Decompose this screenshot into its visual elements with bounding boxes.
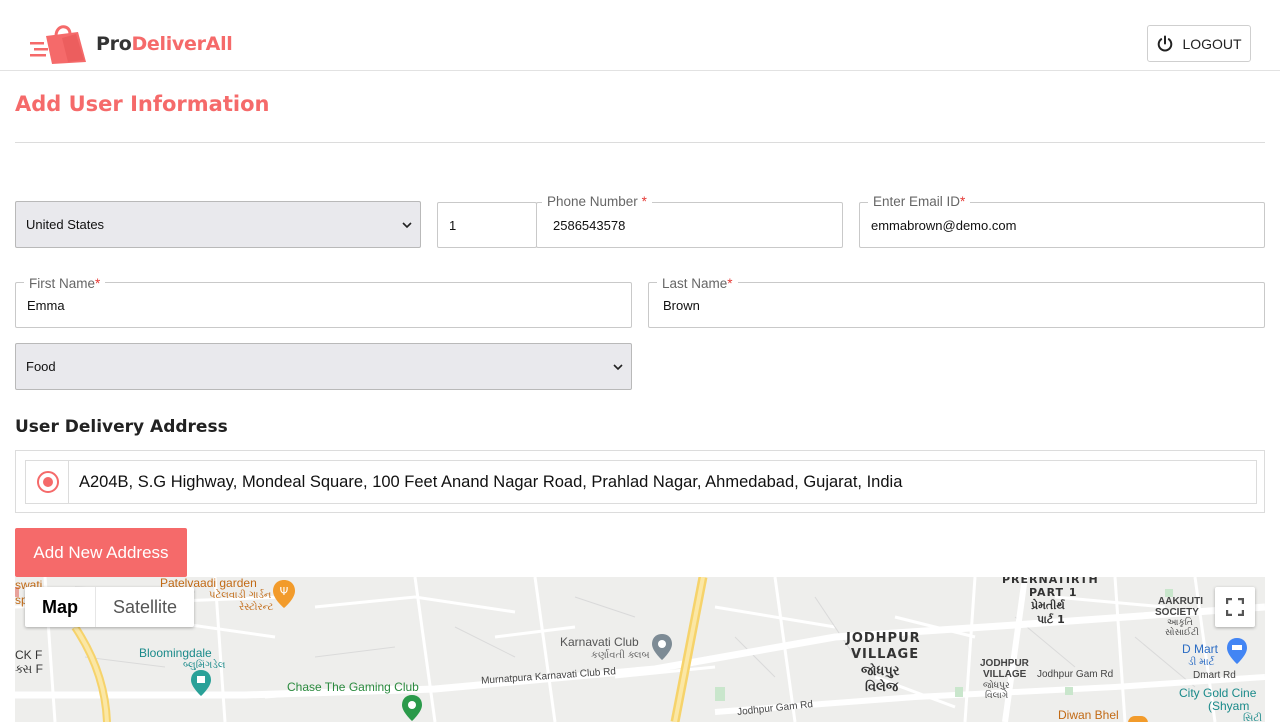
country-select[interactable]: United States: [15, 201, 421, 248]
map-label-jodhpur-village-gu: જોધપુર: [861, 664, 900, 679]
place-pin-icon: [402, 695, 422, 721]
radio-dot: [42, 477, 53, 487]
map-label-patelvaadi-gu2: રેસ્ટોરન્ટ: [239, 602, 274, 613]
page-title: Add User Information: [15, 92, 270, 116]
map-label-ck-gu: ક્સ F: [15, 662, 43, 676]
map-label-dmart-rd: Dmart Rd: [1193, 670, 1236, 681]
first-name-input[interactable]: Emma: [15, 282, 632, 328]
shopping-bag-logo-icon: [30, 25, 86, 64]
map-label-aakruti-gu2: સોસાઈટી: [1165, 627, 1199, 637]
address-map[interactable]: swati sp CK F ક્સ F Patelvaadi garden પટ…: [15, 577, 1265, 722]
last-name-input[interactable]: Brown: [648, 282, 1265, 328]
fullscreen-icon: [1226, 598, 1244, 616]
shopping-cart-pin-icon: [1227, 638, 1247, 664]
email-label-text: Enter Email ID: [873, 194, 961, 209]
map-type-control: Map Satellite: [25, 587, 195, 627]
map-label-shyam-gu: સિટી: [1243, 713, 1263, 722]
service-category-value: Food: [26, 359, 56, 374]
required-marker: *: [95, 276, 101, 291]
map-label-dmart-gu: ડી માર્ટ: [1188, 657, 1215, 668]
map-label-ck: CK F: [15, 648, 43, 662]
email-label: Enter Email ID*: [868, 194, 971, 210]
brand-logo[interactable]: ProDeliverAll: [28, 22, 233, 66]
map-label-prernatirth-gu2: પાર્ટ 1: [1037, 613, 1065, 626]
logout-button[interactable]: LOGOUT: [1147, 25, 1251, 62]
required-marker: *: [960, 194, 966, 209]
map-label-diwan: Diwan Bhel: [1058, 708, 1119, 722]
shopping-pin-icon: [191, 670, 211, 696]
required-marker: *: [727, 276, 733, 291]
last-name-label-text: Last Name: [662, 276, 728, 291]
chevron-down-icon: [402, 221, 412, 228]
phone-number-label-text: Phone Number: [547, 194, 638, 209]
fullscreen-button[interactable]: [1215, 587, 1255, 627]
club-pin-icon: [652, 634, 672, 660]
map-type-map-button[interactable]: Map: [25, 587, 96, 627]
last-name-label: Last Name*: [657, 276, 738, 292]
map-label-jodhpur-village-gu2: વિલેજ: [865, 680, 899, 695]
power-icon: [1158, 35, 1173, 52]
phone-number-value: 2586543578: [553, 217, 626, 233]
map-label-prernatirth-2: PART 1: [1029, 586, 1078, 599]
map-type-satellite-button[interactable]: Satellite: [96, 587, 194, 627]
map-label-jodhpur-rd2: Jodhpur Gam Rd: [1037, 669, 1114, 680]
last-name-value: Brown: [663, 297, 700, 313]
address-radio-cell[interactable]: [25, 460, 69, 504]
map-label-jodhpur-village-2: VILLAGE: [851, 647, 920, 662]
first-name-label-text: First Name: [29, 276, 96, 291]
map-label-karnavati: Karnavati Club: [560, 635, 639, 649]
map-label-jv-small-gu2: વિલાગે: [985, 690, 1009, 700]
phone-number-label: Phone Number *: [542, 194, 652, 210]
address-list-item[interactable]: A204B, S.G Highway, Mondeal Square, 100 …: [15, 450, 1265, 513]
country-select-value: United States: [26, 217, 105, 232]
svg-text:Ψ: Ψ: [280, 585, 289, 598]
phone-code-value: 1: [449, 217, 457, 233]
phone-code-input[interactable]: 1: [437, 202, 537, 248]
brand-name: ProDeliverAll: [96, 33, 233, 55]
add-new-address-button[interactable]: Add New Address: [15, 528, 187, 577]
email-value: emmabrown@demo.com: [871, 217, 1017, 233]
map-label-jodhpur-village: JODHPUR: [846, 631, 921, 646]
restaurant-pin-icon: Ψ: [273, 580, 295, 608]
first-name-label: First Name*: [24, 276, 106, 292]
map-label-prernatirth-gu: પ્રેમતીર્થ: [1031, 599, 1065, 612]
logout-label: LOGOUT: [1182, 35, 1242, 52]
delivery-address-heading: User Delivery Address: [15, 417, 228, 437]
map-label-karnavati-gu: કર્ણાવતી ક્લબ: [591, 650, 650, 661]
food-pin-icon: [1128, 716, 1148, 722]
address-radio-selected[interactable]: [36, 471, 59, 493]
title-divider: [15, 142, 1265, 143]
chevron-down-icon: [613, 363, 623, 370]
service-category-select[interactable]: Food: [15, 343, 632, 390]
brand-name-rest: DeliverAll: [131, 33, 233, 55]
required-marker: *: [641, 194, 647, 209]
brand-name-pro: Pro: [96, 33, 132, 55]
map-label-dmart: D Mart: [1182, 642, 1218, 656]
map-label-chase: Chase The Gaming Club: [287, 680, 419, 694]
app-header: ProDeliverAll LOGOUT: [0, 0, 1280, 71]
first-name-value: Emma: [27, 297, 65, 313]
map-label-prernatirth: PRERNATIRTH: [1002, 577, 1099, 586]
address-text: A204B, S.G Highway, Mondeal Square, 100 …: [68, 460, 1257, 504]
